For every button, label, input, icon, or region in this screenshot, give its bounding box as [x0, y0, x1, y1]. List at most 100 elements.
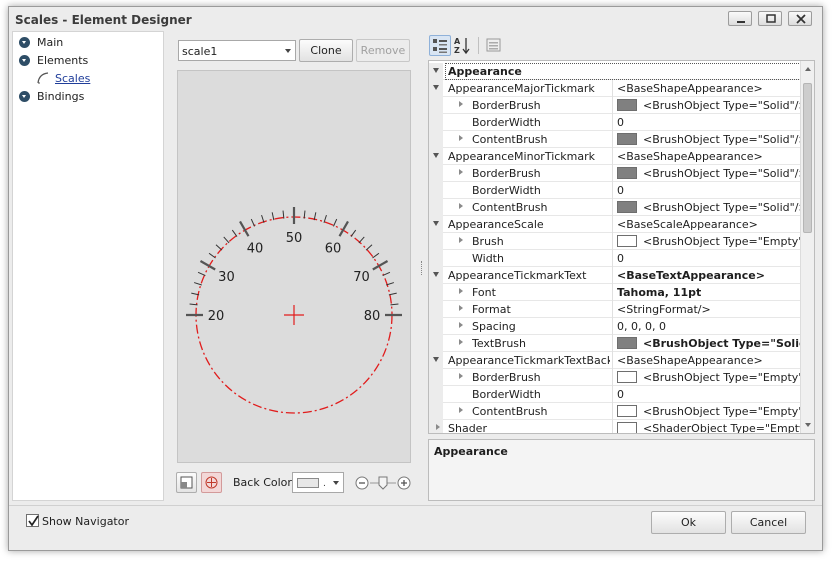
- property-value[interactable]: <BaseShapeAppearance>: [612, 80, 801, 97]
- property-value[interactable]: <BaseScaleAppearance>: [612, 216, 801, 233]
- property-row[interactable]: ContentBrush <BrushObject Type="Empty"/>: [429, 403, 801, 420]
- zoom-out-icon[interactable]: [355, 476, 369, 490]
- property-value[interactable]: <BaseShapeAppearance>: [612, 352, 801, 369]
- property-row[interactable]: BorderBrush <BrushObject Type="Solid"/>: [429, 165, 801, 182]
- categorized-button[interactable]: [429, 35, 451, 56]
- property-row[interactable]: Shader <ShaderObject Type="Empty"/>: [429, 420, 801, 433]
- scroll-up-icon[interactable]: [805, 67, 811, 71]
- collapsed-arrow-icon[interactable]: [459, 237, 463, 243]
- property-value[interactable]: 0: [612, 386, 801, 403]
- property-value[interactable]: Tahoma, 11pt: [612, 284, 801, 301]
- tree-item-scales[interactable]: Scales: [35, 70, 90, 86]
- description-title: Appearance: [434, 445, 508, 458]
- property-value[interactable]: 0: [612, 114, 801, 131]
- property-row[interactable]: Spacing 0, 0, 0, 0: [429, 318, 801, 335]
- property-name: ContentBrush: [472, 133, 548, 146]
- property-value[interactable]: <BrushObject Type="Solid": [612, 335, 801, 352]
- maximize-icon: [766, 14, 776, 23]
- expanded-arrow-icon[interactable]: [433, 272, 439, 277]
- show-navigator-checkbox[interactable]: [26, 514, 39, 527]
- collapsed-arrow-icon[interactable]: [459, 203, 463, 209]
- scroll-down-icon[interactable]: [805, 423, 811, 427]
- expanded-arrow-icon[interactable]: [433, 85, 439, 90]
- center-button[interactable]: [201, 472, 222, 493]
- tree-item-main[interactable]: Main: [19, 34, 63, 50]
- ok-button[interactable]: Ok: [651, 511, 726, 534]
- collapsed-arrow-icon[interactable]: [459, 288, 463, 294]
- color-swatch: [617, 337, 637, 349]
- svg-text:Z: Z: [454, 46, 460, 55]
- property-value[interactable]: <BrushObject Type="Solid"/>: [612, 199, 801, 216]
- property-row[interactable]: BorderWidth 0: [429, 386, 801, 403]
- property-value[interactable]: <BaseShapeAppearance>: [612, 148, 801, 165]
- property-value[interactable]: <BrushObject Type="Empty"/>: [612, 403, 801, 420]
- property-row[interactable]: TextBrush <BrushObject Type="Solid": [429, 335, 801, 352]
- property-row[interactable]: AppearanceMajorTickmark <BaseShapeAppeara…: [429, 80, 801, 97]
- property-value[interactable]: <BrushObject Type="Solid"/>: [612, 165, 801, 182]
- property-row[interactable]: AppearanceMinorTickmark <BaseShapeAppeara…: [429, 148, 801, 165]
- expanded-arrow-icon[interactable]: [433, 153, 439, 158]
- scale-select[interactable]: scale1: [178, 40, 296, 61]
- collapsed-arrow-icon[interactable]: [459, 101, 463, 107]
- collapsed-arrow-icon[interactable]: [459, 322, 463, 328]
- property-category-row[interactable]: Appearance: [429, 63, 801, 80]
- property-row[interactable]: ContentBrush <BrushObject Type="Solid"/>: [429, 131, 801, 148]
- expanded-arrow-icon[interactable]: [433, 357, 439, 362]
- collapsed-arrow-icon[interactable]: [459, 169, 463, 175]
- property-row[interactable]: Format <StringFormat/>: [429, 301, 801, 318]
- property-value[interactable]: <ShaderObject Type="Empty"/>: [612, 420, 801, 433]
- alphabetical-button[interactable]: A Z: [452, 35, 474, 56]
- collapse-icon: [19, 36, 30, 48]
- zoom-slider-thumb[interactable]: [378, 476, 388, 490]
- collapsed-arrow-icon[interactable]: [436, 424, 440, 430]
- zoom-in-icon[interactable]: [397, 476, 411, 490]
- property-row[interactable]: AppearanceTickmarkText <BaseTextAppearanc…: [429, 267, 801, 284]
- property-value[interactable]: 0: [612, 182, 801, 199]
- clone-button[interactable]: Clone: [299, 39, 353, 62]
- property-row[interactable]: Width 0: [429, 250, 801, 267]
- property-value[interactable]: <BaseTextAppearance>: [612, 267, 801, 284]
- property-grid-scrollbar[interactable]: [800, 61, 814, 433]
- scrollbar-thumb[interactable]: [803, 83, 812, 233]
- expanded-arrow-icon[interactable]: [433, 221, 439, 226]
- collapsed-arrow-icon[interactable]: [459, 135, 463, 141]
- property-value[interactable]: <BrushObject Type="Empty"/>: [612, 233, 801, 250]
- property-row[interactable]: Font Tahoma, 11pt: [429, 284, 801, 301]
- property-value[interactable]: <StringFormat/>: [612, 301, 801, 318]
- collapsed-arrow-icon[interactable]: [459, 407, 463, 413]
- property-row[interactable]: ContentBrush <BrushObject Type="Solid"/>: [429, 199, 801, 216]
- property-value[interactable]: <BrushObject Type="Empty"/>: [612, 369, 801, 386]
- back-color-picker[interactable]: .: [292, 472, 344, 493]
- property-row[interactable]: BorderWidth 0: [429, 182, 801, 199]
- property-value[interactable]: <BrushObject Type="Solid"/>: [612, 131, 801, 148]
- collapsed-arrow-icon[interactable]: [459, 373, 463, 379]
- maximize-button[interactable]: [758, 11, 782, 26]
- property-value[interactable]: 0: [612, 250, 801, 267]
- expanded-arrow-icon[interactable]: [433, 68, 439, 73]
- remove-button[interactable]: Remove: [356, 39, 410, 62]
- property-row[interactable]: AppearanceTickmarkTextBackgro <BaseShapeA…: [429, 352, 801, 369]
- cancel-button[interactable]: Cancel: [731, 511, 806, 534]
- property-value[interactable]: 0, 0, 0, 0: [612, 318, 801, 335]
- collapsed-arrow-icon[interactable]: [459, 339, 463, 345]
- property-name: BorderWidth: [472, 388, 541, 401]
- layout-button[interactable]: [176, 472, 197, 493]
- property-row[interactable]: BorderBrush <BrushObject Type="Solid"/>: [429, 97, 801, 114]
- chevron-down-icon: [333, 481, 339, 485]
- svg-text:A: A: [454, 37, 461, 46]
- property-name: Width: [472, 252, 504, 265]
- property-row[interactable]: Brush <BrushObject Type="Empty"/>: [429, 233, 801, 250]
- property-row[interactable]: BorderWidth 0: [429, 114, 801, 131]
- property-row[interactable]: AppearanceScale <BaseScaleAppearance>: [429, 216, 801, 233]
- tickmark-label: 80: [364, 309, 381, 324]
- row-gutter: [429, 369, 443, 386]
- collapsed-arrow-icon[interactable]: [459, 305, 463, 311]
- tree-item-elements[interactable]: Elements: [19, 52, 88, 68]
- close-button[interactable]: [788, 11, 812, 26]
- property-value[interactable]: <BrushObject Type="Solid"/>: [612, 97, 801, 114]
- property-row[interactable]: BorderBrush <BrushObject Type="Empty"/>: [429, 369, 801, 386]
- minimize-button[interactable]: [728, 11, 752, 26]
- splitter[interactable]: [421, 261, 424, 275]
- tree-item-bindings[interactable]: Bindings: [19, 88, 84, 104]
- property-pages-button[interactable]: [483, 35, 505, 56]
